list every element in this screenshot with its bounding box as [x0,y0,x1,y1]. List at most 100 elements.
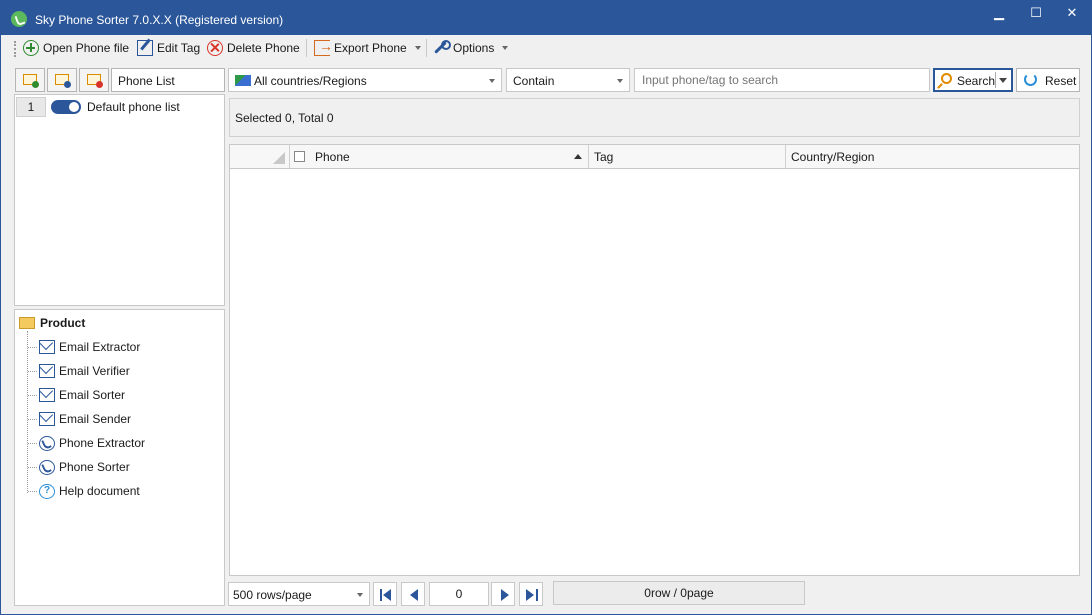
delete-badge-icon [96,81,103,88]
chevron-down-icon [617,79,623,83]
delete-icon [207,40,223,56]
reset-button[interactable]: Reset [1016,68,1080,92]
tree-item-email-verifier[interactable]: Email Verifier [39,362,130,380]
open-phone-file-button[interactable]: Open Phone file [23,38,129,58]
edit-tag-label: Edit Tag [157,41,201,55]
options-dropdown-icon[interactable] [502,46,509,50]
tree-item-help-document[interactable]: ? Help document [39,482,140,500]
column-header-tag[interactable]: Tag [594,150,613,164]
tree-connector [28,467,37,468]
export-phone-button[interactable]: Export Phone [314,38,421,58]
edit-badge-icon [64,81,71,88]
arrow-right-icon [526,589,534,601]
tree-connector [28,419,37,420]
phone-list-header: Phone List [111,68,225,92]
grid-corner-select-all[interactable] [230,145,290,168]
export-phone-label: Export Phone [334,41,407,55]
maximize-button[interactable]: ☐ [1017,3,1055,25]
wrench-icon [433,40,451,56]
open-phone-file-label: Open Phone file [43,41,130,55]
tree-line [27,331,28,493]
search-icon [941,73,952,84]
column-divider[interactable] [588,145,589,168]
app-window: Sky Phone Sorter 7.0.X.X (Registered ver… [0,0,1092,615]
selection-status-box: Selected 0, Total 0 [229,98,1080,137]
tree-connector [28,395,37,396]
tree-item-phone-extractor[interactable]: Phone Extractor [39,434,145,452]
grid-header: Phone Tag Country/Region [230,145,1079,169]
search-button[interactable]: Search [933,68,1013,92]
globe-flag-icon [235,75,251,86]
arrow-right-icon [501,589,509,601]
search-button-label: Search [957,74,996,88]
tree-item-label: Phone Extractor [59,436,146,450]
phone-icon [39,435,55,451]
select-all-checkbox[interactable] [294,151,305,162]
mail-icon [39,412,55,426]
export-icon [314,38,333,56]
chevron-down-icon [357,593,363,597]
mail-icon [39,340,55,354]
search-input[interactable] [634,68,930,92]
tree-connector [28,347,37,348]
tree-root-product[interactable]: Product [40,316,85,330]
delete-list-button[interactable] [79,68,109,92]
search-split-divider [995,72,996,88]
last-page-icon [536,589,538,601]
arrow-left-icon [410,589,418,601]
app-logo-icon [11,11,27,27]
title-bar[interactable]: Sky Phone Sorter 7.0.X.X (Registered ver… [1,1,1091,35]
tree-item-email-sorter[interactable]: Email Sorter [39,386,125,404]
row-number: 1 [16,97,46,117]
match-mode-select[interactable]: Contain [506,68,630,92]
match-mode-value: Contain [513,74,555,88]
phone-grid[interactable]: Phone Tag Country/Region [229,144,1080,576]
tree-connector [28,443,37,444]
region-select[interactable]: All countries/Regions [228,68,502,92]
next-page-button[interactable] [491,582,515,606]
list-name: Default phone list [87,100,180,114]
column-divider[interactable] [785,145,786,168]
list-enabled-toggle[interactable] [51,100,81,114]
column-header-phone[interactable]: Phone [315,150,350,164]
delete-phone-label: Delete Phone [227,41,300,55]
tree-item-label: Help document [59,484,140,498]
column-header-country-region[interactable]: Country/Region [791,150,874,164]
close-button[interactable]: ✕ [1053,3,1091,25]
edit-list-button[interactable] [47,68,77,92]
tree-item-label: Email Sorter [59,388,126,402]
edit-tag-button[interactable]: Edit Tag [137,38,200,58]
toolbar-separator [426,39,427,57]
tree-connector [28,371,37,372]
delete-phone-button[interactable]: Delete Phone [207,38,300,58]
add-list-button[interactable] [15,68,45,92]
refresh-icon [1024,73,1037,86]
phone-list-panel [14,94,225,306]
rows-per-page-select[interactable]: 500 rows/page [228,582,370,606]
toolbar-grip[interactable] [14,41,16,57]
add-icon [23,40,39,56]
add-badge-icon [32,81,39,88]
tree-item-phone-sorter[interactable]: Phone Sorter [39,458,130,476]
minimize-button[interactable]: ▁ [980,3,1018,25]
page-info: 0row / 0page [553,581,805,605]
options-button[interactable]: Options [433,38,509,58]
tree-item-label: Email Sender [59,412,132,426]
edit-icon [137,40,153,56]
tree-item-label: Phone Sorter [59,460,130,474]
tree-connector [28,491,37,492]
previous-page-button[interactable] [401,582,425,606]
search-dropdown-icon[interactable] [999,78,1007,83]
selection-status: Selected 0, Total 0 [235,111,334,125]
first-page-button[interactable] [373,582,397,606]
phone-list-row[interactable]: 1 Default phone list [16,97,223,117]
reset-button-label: Reset [1045,74,1077,88]
tree-item-email-extractor[interactable]: Email Extractor [39,338,140,356]
region-select-value: All countries/Regions [254,74,367,88]
export-dropdown-icon[interactable] [414,46,421,50]
tree-item-email-sender[interactable]: Email Sender [39,410,131,428]
sort-ascending-icon [574,154,582,159]
last-page-button[interactable] [519,582,543,606]
main-toolbar: Open Phone file Edit Tag Delete Phone Ex… [2,35,1090,61]
current-page-input[interactable]: 0 [429,582,489,606]
